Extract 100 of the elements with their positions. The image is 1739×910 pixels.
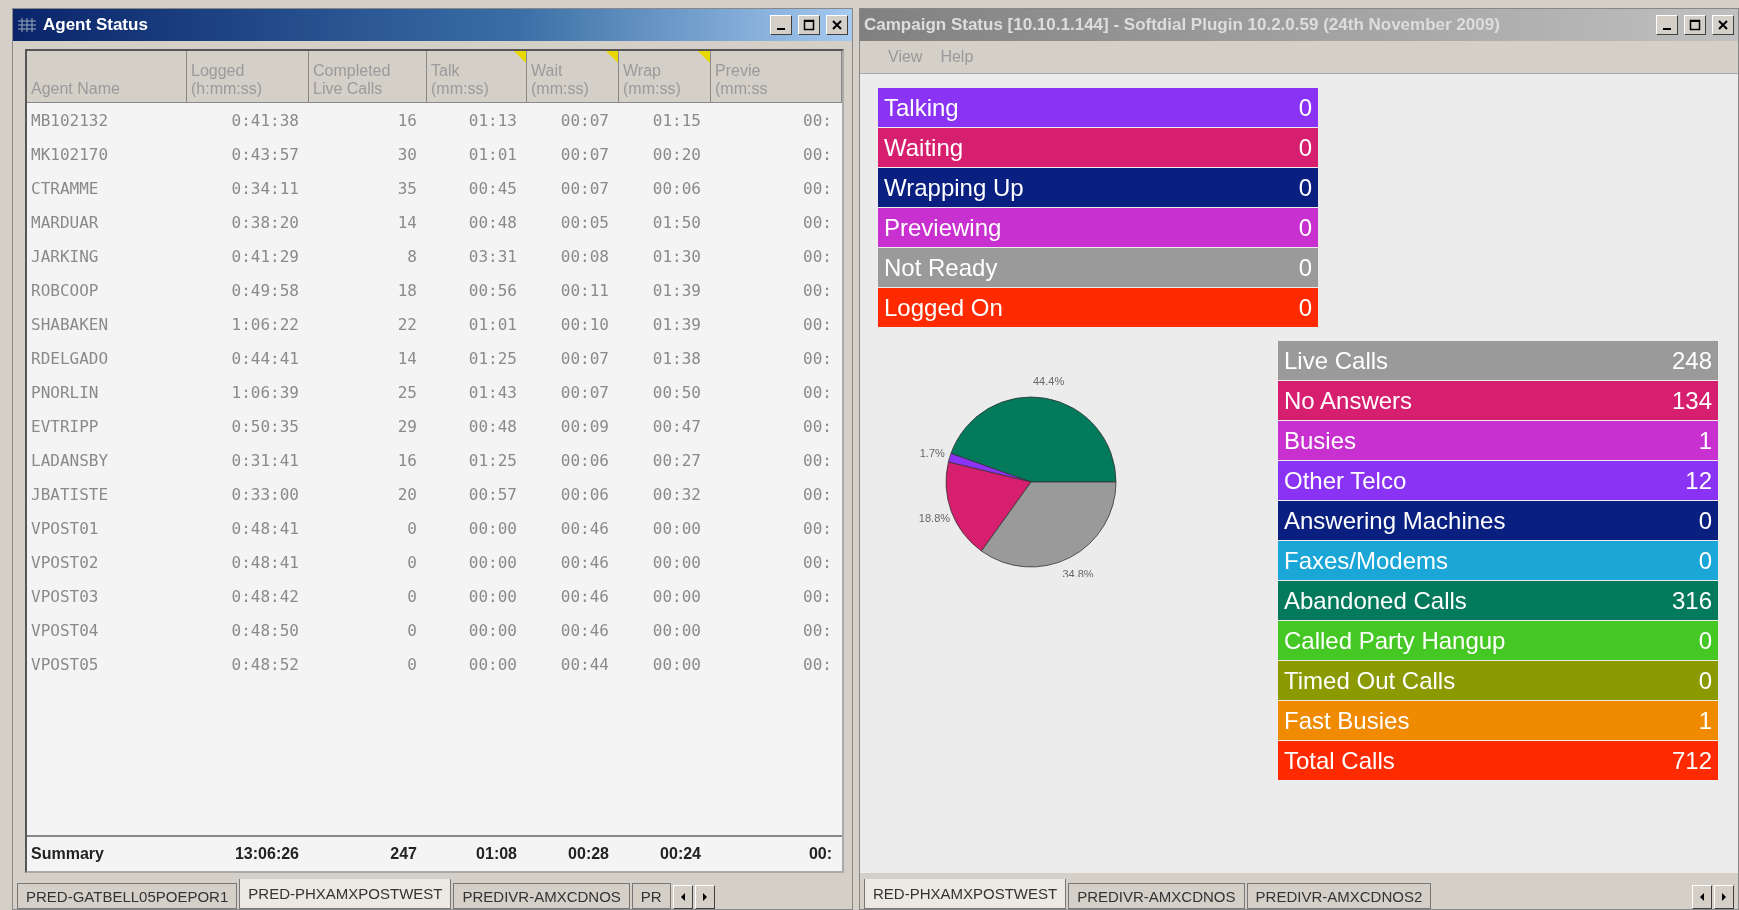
sheet-tab[interactable]: PR <box>631 883 671 909</box>
table-cell-text: 01:13 <box>467 109 518 132</box>
table-cell-text: 1:06:22 <box>230 313 300 336</box>
scroll-right-button[interactable] <box>1714 885 1734 909</box>
table-cell-text: 01:38 <box>651 347 702 370</box>
table-cell-text: MARDUAR <box>30 211 100 234</box>
result-count: 134 <box>1671 386 1712 415</box>
table-cell-text: CTRAMME <box>30 177 100 200</box>
column-header[interactable]: Agent Name <box>27 51 187 103</box>
table-cell-text: 16 <box>396 109 418 132</box>
table-cell-text: 01:25 <box>467 449 518 472</box>
status-label: Previewing <box>884 213 1002 242</box>
table-cell-text: 1:06:39 <box>230 381 300 404</box>
table-cell-text: 00:45 <box>467 177 518 200</box>
table-cell-text: 30 <box>396 143 418 166</box>
sheet-tab[interactable]: PREDIVR-AMXCDNOS <box>453 883 630 909</box>
status-label: Wrapping Up <box>884 173 1024 202</box>
close-icon <box>1717 19 1729 31</box>
table-cell-text: 00: <box>802 347 833 370</box>
close-button[interactable] <box>1712 15 1734 35</box>
table-cell-text: 00: <box>802 279 833 302</box>
table-cell-text: 00:11 <box>559 279 610 302</box>
result-count: 1 <box>1698 706 1712 735</box>
grid-icon <box>17 17 37 33</box>
table-cell-text: JARKING <box>30 245 100 268</box>
left-arrow-icon <box>1698 892 1706 902</box>
table-cell-text: 0 <box>406 653 418 676</box>
result-count: 12 <box>1685 466 1712 495</box>
table-cell-text: 01:30 <box>651 245 702 268</box>
table-cell-text: 16 <box>396 449 418 472</box>
result-count: 1 <box>1698 426 1712 455</box>
table-cell-text: 01:39 <box>651 313 702 336</box>
result-label: Abandoned Calls <box>1284 586 1467 615</box>
sheet-tab[interactable]: PRED-GATBELL05POEPOR1 <box>17 883 238 909</box>
column-header[interactable]: Completed Live Calls <box>309 51 427 103</box>
table-cell-text: 01:01 <box>467 313 518 336</box>
table-cell-text: 00:46 <box>559 551 610 574</box>
sheet-tab[interactable]: PREDIVR-AMXCDNOS <box>1068 883 1245 909</box>
table-cell-text: 0:34:11 <box>230 177 300 200</box>
table-cell-text: 0:31:41 <box>230 449 300 472</box>
table-cell-text: 0 <box>406 517 418 540</box>
table-cell-text: 00:00 <box>651 619 702 642</box>
table-cell-text: 00:57 <box>467 483 518 506</box>
table-cell-text: 00: <box>802 177 833 200</box>
maximize-button[interactable] <box>1684 15 1706 35</box>
column-header[interactable]: Wait (mm:ss) <box>527 51 619 103</box>
table-cell-text: 01:15 <box>651 109 702 132</box>
table-cell-text: 01:25 <box>467 347 518 370</box>
result-label: Busies <box>1284 426 1357 455</box>
close-button[interactable] <box>826 15 848 35</box>
table-cell-text: MK102170 <box>30 143 110 166</box>
minimize-button[interactable] <box>1656 15 1678 35</box>
menu-item[interactable]: View <box>888 48 923 66</box>
summary-cell: 00: <box>711 835 842 871</box>
result-count: 712 <box>1671 746 1712 775</box>
table-cell-text: 00:48 <box>467 211 518 234</box>
minimize-button[interactable] <box>770 15 792 35</box>
scroll-right-button[interactable] <box>694 885 715 909</box>
status-count: 0 <box>1298 293 1312 322</box>
result-label: Other Telco <box>1284 466 1407 495</box>
table-cell-text: 00: <box>802 517 833 540</box>
status-label: Waiting <box>884 133 964 162</box>
table-cell-text: 00:47 <box>651 415 702 438</box>
table-cell-text: 00:08 <box>559 245 610 268</box>
table-cell-text: VPOST03 <box>30 585 100 608</box>
menu-item[interactable]: Help <box>940 48 974 66</box>
column-header[interactable]: Previe (mm:ss <box>711 51 842 103</box>
table-cell-text: 14 <box>396 211 418 234</box>
table-cell-text: 00:00 <box>467 585 518 608</box>
table-cell-text: 00:20 <box>651 143 702 166</box>
scroll-left-button[interactable] <box>1692 885 1712 909</box>
slice-label: 18.8% <box>918 511 951 524</box>
table-cell-text: 03:31 <box>467 245 518 268</box>
table-cell-text: 00: <box>802 381 833 404</box>
sheet-tab[interactable]: PREDIVR-AMXCDNOS2 <box>1246 883 1432 909</box>
close-icon <box>831 19 843 31</box>
table-cell-text: 0:48:52 <box>230 653 300 676</box>
table-cell-text: 01:43 <box>467 381 518 404</box>
column-header[interactable]: Logged (h:mm:ss) <box>187 51 309 103</box>
column-header[interactable]: Wrap (mm:ss) <box>619 51 711 103</box>
result-label: Fast Busies <box>1284 706 1410 735</box>
result-count: 0 <box>1698 666 1712 695</box>
sheet-tab[interactable]: RED-PHXAMXPOSTWEST <box>864 879 1067 909</box>
summary-cell: 00:24 <box>619 835 711 871</box>
maximize-button[interactable] <box>798 15 820 35</box>
scroll-left-button[interactable] <box>672 885 693 909</box>
sheet-tab[interactable]: PRED-PHXAMXPOSTWEST <box>239 879 452 909</box>
table-cell-text: 20 <box>396 483 418 506</box>
table-cell-text: VPOST04 <box>30 619 100 642</box>
result-count: 248 <box>1671 346 1712 375</box>
table-cell-text: 29 <box>396 415 418 438</box>
table-cell-text: 8 <box>406 245 418 268</box>
table-cell-text: RDELGADO <box>30 347 110 370</box>
table-cell-text: 00:06 <box>559 483 610 506</box>
table-cell-text: 0:49:58 <box>230 279 300 302</box>
column-header[interactable]: Talk (mm:ss) <box>427 51 527 103</box>
result-count: 316 <box>1671 586 1712 615</box>
result-label: Total Calls <box>1284 746 1395 775</box>
table-cell-text: 22 <box>396 313 418 336</box>
table-cell-text: 00: <box>802 245 833 268</box>
